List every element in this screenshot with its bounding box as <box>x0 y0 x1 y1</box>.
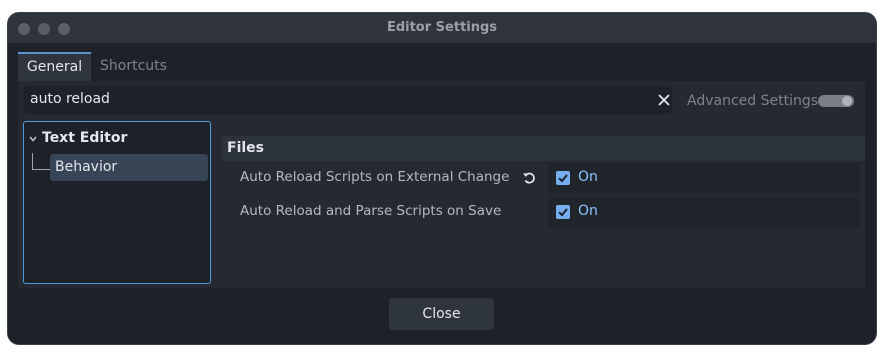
property-value[interactable]: On <box>548 197 860 227</box>
advanced-settings-label: Advanced Settings <box>687 93 819 109</box>
editor-settings-window: Editor Settings General Shortcuts auto r… <box>8 13 876 344</box>
property-value-label: On <box>578 169 598 185</box>
checkbox[interactable] <box>556 205 570 219</box>
property-value[interactable]: On <box>548 163 860 193</box>
tree-item-label: Behavior <box>55 159 118 175</box>
tab-general[interactable]: General <box>18 52 91 81</box>
search-input-value: auto reload <box>30 91 110 107</box>
property-label: Auto Reload Scripts on External Change <box>240 169 510 185</box>
property-value-label: On <box>578 203 598 219</box>
category-tree: Text Editor Behavior <box>23 121 211 284</box>
checkmark-icon <box>558 208 568 217</box>
revert-icon[interactable] <box>522 171 536 185</box>
advanced-settings-toggle[interactable] <box>818 95 854 107</box>
property-row: Auto Reload Scripts on External Change O… <box>222 163 865 193</box>
property-label: Auto Reload and Parse Scripts on Save <box>240 203 502 219</box>
property-row: Auto Reload and Parse Scripts on Save On <box>222 197 865 227</box>
title-bar[interactable]: Editor Settings <box>8 13 876 43</box>
settings-panel: auto reload Advanced Settings Text Edito… <box>18 81 865 288</box>
tree-item-label: Text Editor <box>42 130 128 146</box>
window-title: Editor Settings <box>386 20 498 35</box>
tree-connector <box>32 153 33 170</box>
section-header-files: Files <box>222 136 865 161</box>
checkbox[interactable] <box>556 171 570 185</box>
close-icon[interactable] <box>658 94 670 106</box>
toggle-knob <box>842 96 852 106</box>
checkmark-icon <box>558 174 568 183</box>
close-button[interactable]: Close <box>389 298 494 330</box>
tree-item-behavior[interactable]: Behavior <box>50 154 208 181</box>
tree-connector <box>32 169 50 170</box>
tab-shortcuts[interactable]: Shortcuts <box>91 52 176 81</box>
section-title: Files <box>227 140 264 156</box>
search-input[interactable]: auto reload <box>24 86 672 114</box>
chevron-down-icon[interactable] <box>29 136 37 142</box>
